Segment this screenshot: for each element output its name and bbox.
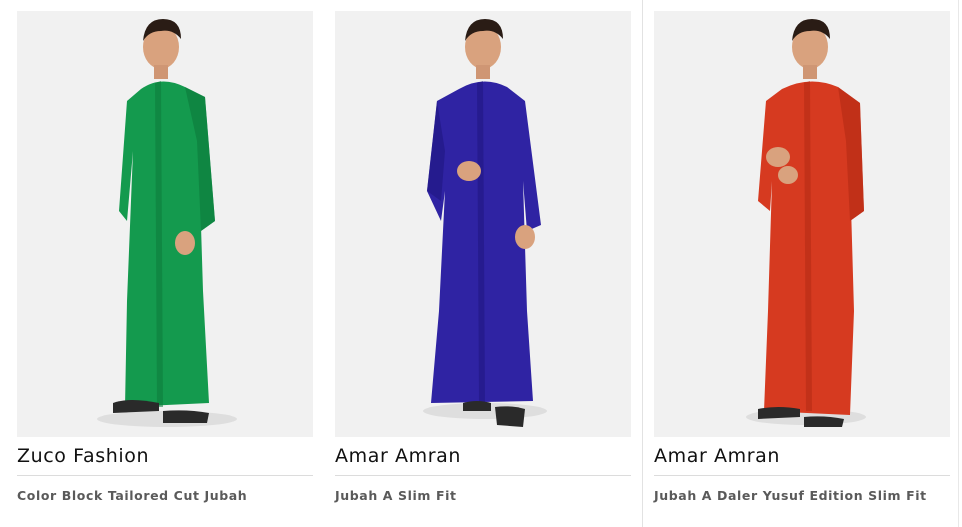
model-illustration (654, 11, 950, 437)
product-image[interactable] (17, 11, 313, 437)
divider (17, 475, 313, 476)
product-image[interactable] (654, 11, 950, 437)
product-grid: Zuco Fashion Color Block Tailored Cut Ju… (0, 0, 962, 527)
model-illustration (17, 11, 313, 437)
product-brand[interactable]: Amar Amran (654, 445, 950, 471)
product-brand[interactable]: Amar Amran (335, 445, 631, 471)
product-image[interactable] (335, 11, 631, 437)
product-name[interactable]: Jubah A Daler Yusuf Edition Slim Fit (654, 488, 950, 503)
product-name[interactable]: Jubah A Slim Fit (335, 488, 631, 503)
product-card[interactable]: Amar Amran Jubah A Slim Fit (335, 11, 631, 503)
product-name[interactable]: Color Block Tailored Cut Jubah (17, 488, 313, 503)
model-illustration (335, 11, 631, 437)
product-card[interactable]: Amar Amran Jubah A Daler Yusuf Edition S… (654, 11, 950, 503)
product-card[interactable]: Zuco Fashion Color Block Tailored Cut Ju… (17, 11, 313, 503)
divider (654, 475, 950, 476)
column-divider (642, 0, 643, 527)
divider (335, 475, 631, 476)
product-brand[interactable]: Zuco Fashion (17, 445, 313, 471)
edge-divider (958, 0, 959, 527)
